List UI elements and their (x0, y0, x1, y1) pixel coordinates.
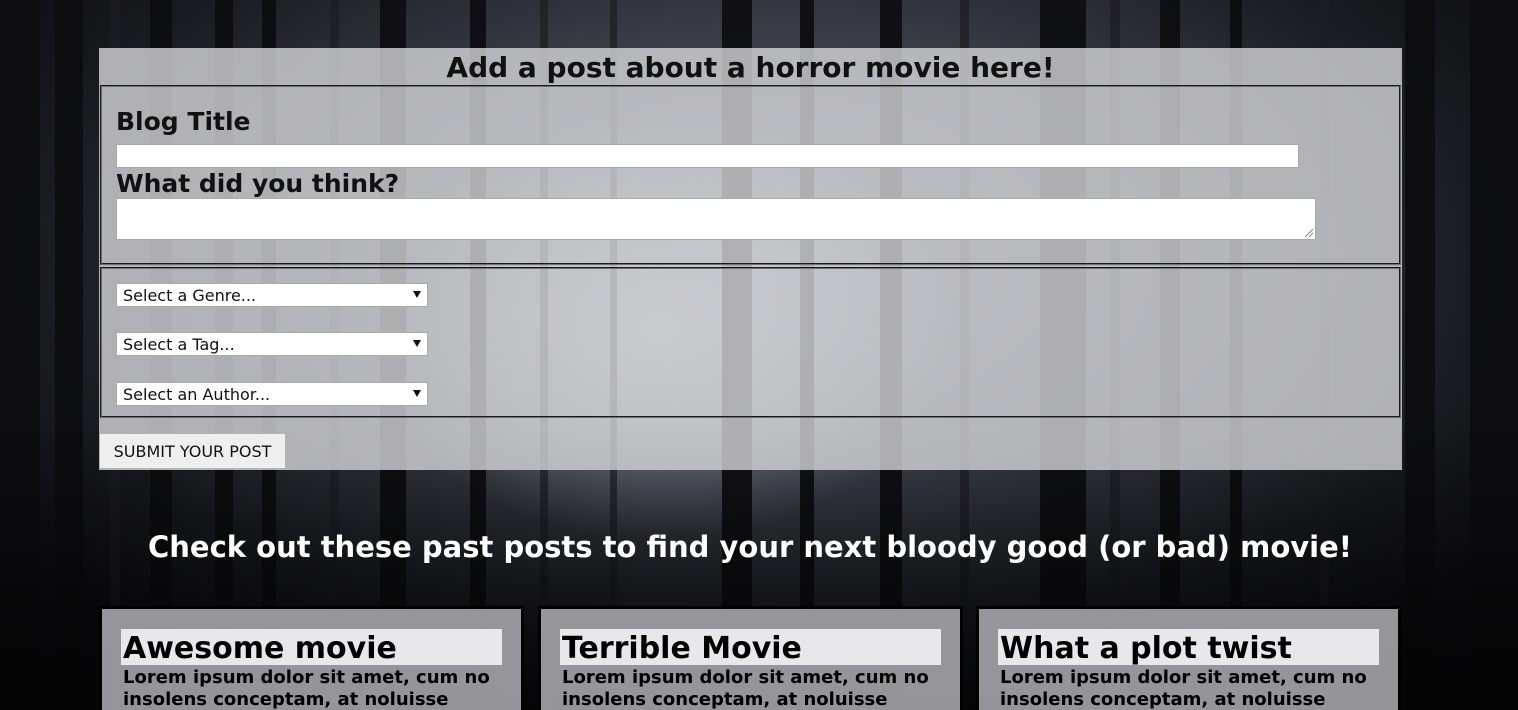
post-excerpt: Lorem ipsum dolor sit amet, cum no insol… (1000, 667, 1367, 710)
blog-title-label: Blog Title (116, 107, 251, 136)
chevron-down-icon (413, 340, 421, 347)
tag-select[interactable]: Select a Tag... (116, 332, 428, 356)
post-title: Terrible Movie (560, 629, 941, 666)
post-excerpt: Lorem ipsum dolor sit amet, cum no insol… (562, 667, 929, 710)
post-title: Awesome movie (121, 629, 502, 666)
chevron-down-icon (413, 390, 421, 397)
review-textarea[interactable] (116, 198, 1316, 240)
post-title: What a plot twist (998, 629, 1379, 666)
genre-select[interactable]: Select a Genre... (116, 283, 428, 307)
post-excerpt: Lorem ipsum dolor sit amet, cum no insol… (123, 667, 490, 710)
resize-grip-icon[interactable] (1305, 229, 1313, 237)
review-label: What did you think? (116, 169, 400, 198)
post-card[interactable]: Awesome movie Lorem ipsum dolor sit amet… (99, 606, 524, 710)
post-form-panel: Add a post about a horror movie here! Bl… (99, 48, 1402, 470)
form-heading: Add a post about a horror movie here! (446, 51, 1055, 84)
tag-select-value: Select a Tag... (123, 335, 235, 354)
author-select-value: Select an Author... (123, 385, 271, 404)
post-meta-fieldset: Select a Genre... Select a Tag... Select… (100, 267, 1401, 418)
genre-select-value: Select a Genre... (123, 286, 257, 305)
post-card[interactable]: What a plot twist Lorem ipsum dolor sit … (976, 606, 1401, 710)
past-posts-heading: Check out these past posts to find your … (148, 530, 1352, 564)
post-card[interactable]: Terrible Movie Lorem ipsum dolor sit ame… (538, 606, 963, 710)
submit-post-button[interactable]: SUBMIT YOUR POST (99, 433, 286, 469)
author-select[interactable]: Select an Author... (116, 382, 428, 406)
post-content-fieldset: Blog Title What did you think? (100, 85, 1401, 265)
chevron-down-icon (413, 291, 421, 298)
blog-title-input[interactable] (116, 144, 1299, 168)
